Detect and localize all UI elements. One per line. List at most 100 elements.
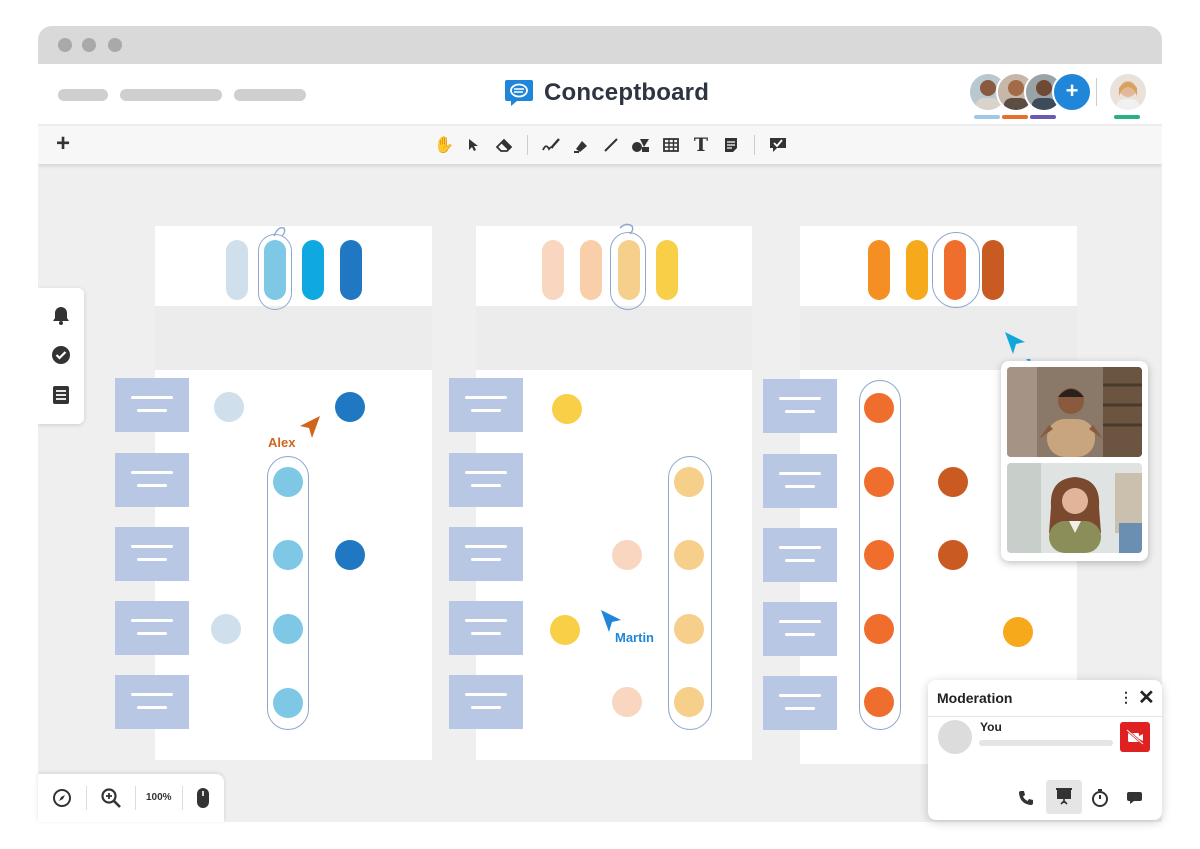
legend-swatch[interactable] xyxy=(656,240,678,300)
sticky-card[interactable] xyxy=(763,528,837,582)
vote-dot[interactable] xyxy=(674,467,704,497)
sticky-card[interactable] xyxy=(449,527,523,581)
cursor-icon[interactable] xyxy=(463,135,485,155)
shapes-icon[interactable] xyxy=(630,135,652,155)
zoom-in-icon[interactable] xyxy=(100,787,122,809)
vote-dot[interactable] xyxy=(273,688,303,718)
divider xyxy=(135,786,136,810)
avatar xyxy=(938,720,972,754)
video-tile[interactable] xyxy=(1007,463,1142,553)
window-close-dot[interactable] xyxy=(58,38,72,52)
legend-swatch[interactable] xyxy=(982,240,1004,300)
alex-cursor-label: Alex xyxy=(268,435,296,450)
vote-dot[interactable] xyxy=(674,614,704,644)
hand-icon[interactable]: ✋ xyxy=(433,135,455,155)
vote-dot[interactable] xyxy=(864,540,894,570)
phone-icon[interactable] xyxy=(1016,788,1036,808)
chat-icon[interactable] xyxy=(1126,788,1146,808)
sticky-card[interactable] xyxy=(763,676,837,730)
presentation-button[interactable] xyxy=(1046,780,1082,814)
sticky-card[interactable] xyxy=(449,453,523,507)
vote-dot[interactable] xyxy=(550,615,580,645)
vote-dot[interactable] xyxy=(214,392,244,422)
table-icon[interactable] xyxy=(660,135,682,155)
vote-dot[interactable] xyxy=(938,467,968,497)
vote-dot[interactable] xyxy=(674,540,704,570)
vote-dot[interactable] xyxy=(273,467,303,497)
bell-icon[interactable] xyxy=(50,304,72,326)
vote-dot[interactable] xyxy=(864,614,894,644)
vote-dot[interactable] xyxy=(938,540,968,570)
sticky-card[interactable] xyxy=(115,601,189,655)
window-minimize-dot[interactable] xyxy=(82,38,96,52)
participant-name: You xyxy=(980,720,1002,734)
vote-dot[interactable] xyxy=(273,614,303,644)
vote-dot[interactable] xyxy=(335,392,365,422)
video-call-panel xyxy=(1001,361,1148,561)
nav-placeholder-1[interactable] xyxy=(58,89,108,101)
avatar[interactable] xyxy=(1108,72,1148,112)
more-options-icon[interactable]: ⋮ xyxy=(1119,689,1133,706)
vote-dot[interactable] xyxy=(864,393,894,423)
video-tile[interactable] xyxy=(1007,367,1142,457)
add-button[interactable]: + xyxy=(56,132,70,156)
video-off-icon xyxy=(1126,729,1144,745)
stop-video-button[interactable] xyxy=(1120,722,1150,752)
vote-dot[interactable] xyxy=(612,540,642,570)
nav-placeholder-2[interactable] xyxy=(120,89,222,101)
divider xyxy=(86,786,87,810)
app-header: Conceptboard + xyxy=(38,64,1162,124)
sticky-card[interactable] xyxy=(115,378,189,432)
comment-icon[interactable] xyxy=(767,135,789,155)
vote-dot[interactable] xyxy=(674,687,704,717)
highlight-ring xyxy=(610,232,646,310)
vote-dot[interactable] xyxy=(864,467,894,497)
legend-swatch[interactable] xyxy=(906,240,928,300)
vote-dot[interactable] xyxy=(552,394,582,424)
text-icon[interactable]: T xyxy=(690,134,712,156)
vote-dot[interactable] xyxy=(335,540,365,570)
zoom-bar: 100% xyxy=(38,774,224,822)
add-collaborator-button[interactable]: + xyxy=(1052,72,1092,112)
sticky-card[interactable] xyxy=(449,675,523,729)
line-icon[interactable] xyxy=(600,135,622,155)
divider xyxy=(182,786,183,810)
vote-dot[interactable] xyxy=(1003,617,1033,647)
sticky-card[interactable] xyxy=(763,602,837,656)
list-icon[interactable] xyxy=(50,384,72,406)
legend-swatch[interactable] xyxy=(302,240,324,300)
sticky-card[interactable] xyxy=(763,454,837,508)
compass-icon[interactable] xyxy=(52,788,72,808)
legend-swatch[interactable] xyxy=(580,240,602,300)
window-maximize-dot[interactable] xyxy=(108,38,122,52)
tool-group: ✋ T xyxy=(433,134,789,156)
app-logo[interactable]: Conceptboard xyxy=(504,78,709,108)
timer-icon[interactable] xyxy=(1090,788,1110,808)
pen-icon[interactable] xyxy=(540,135,562,155)
sticky-card[interactable] xyxy=(115,675,189,729)
sticky-card[interactable] xyxy=(449,601,523,655)
nav-placeholder-3[interactable] xyxy=(234,89,306,101)
sticky-card[interactable] xyxy=(115,453,189,507)
vote-dot[interactable] xyxy=(612,687,642,717)
divider xyxy=(1096,78,1097,106)
close-icon[interactable]: ✕ xyxy=(1138,685,1155,710)
sticky-note-icon[interactable] xyxy=(720,135,742,155)
presence-bar xyxy=(974,115,1000,119)
legend-swatch[interactable] xyxy=(868,240,890,300)
mouse-icon[interactable] xyxy=(195,786,211,810)
sticky-card[interactable] xyxy=(763,379,837,433)
vote-dot[interactable] xyxy=(273,540,303,570)
vote-dot[interactable] xyxy=(211,614,241,644)
vote-dot[interactable] xyxy=(864,687,894,717)
eraser-icon[interactable] xyxy=(493,135,515,155)
legend-swatch[interactable] xyxy=(226,240,248,300)
zoom-level[interactable]: 100% xyxy=(146,792,172,803)
legend-swatch[interactable] xyxy=(542,240,564,300)
check-circle-icon[interactable] xyxy=(50,344,72,366)
divider xyxy=(527,135,528,155)
sticky-card[interactable] xyxy=(115,527,189,581)
highlighter-icon[interactable] xyxy=(570,135,592,155)
sticky-card[interactable] xyxy=(449,378,523,432)
legend-swatch[interactable] xyxy=(340,240,362,300)
